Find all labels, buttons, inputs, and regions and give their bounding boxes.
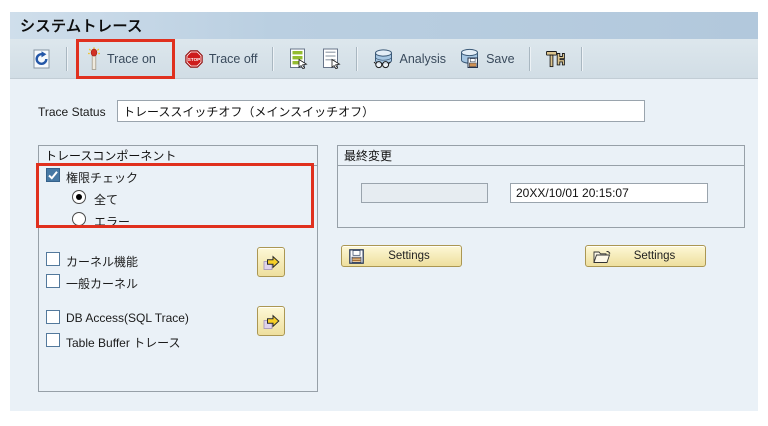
last-changed-title: 最終変更 — [338, 146, 744, 166]
trace-components-title: トレースコンポーネント — [39, 146, 317, 166]
database-analysis-icon — [372, 48, 394, 69]
refresh-button[interactable] — [24, 46, 58, 72]
toolbar-separator — [272, 47, 274, 71]
refresh-icon — [30, 48, 52, 70]
toolbar-separator — [66, 47, 68, 71]
window-title-bar: システムトレース — [10, 12, 758, 39]
tools-icon — [545, 49, 567, 69]
svg-text:STOP: STOP — [188, 56, 200, 61]
radio-error-label[interactable]: エラー — [94, 213, 130, 230]
radio-error[interactable] — [72, 212, 86, 226]
list-empty-icon — [321, 48, 342, 69]
analysis-button[interactable]: Analysis — [366, 46, 453, 71]
save-button[interactable]: Save — [452, 46, 521, 71]
table-buffer-label[interactable]: Table Buffer トレース — [66, 334, 181, 351]
auth-check-checkbox[interactable] — [46, 168, 60, 182]
trace-status-label: Trace Status — [38, 105, 106, 119]
load-settings-label: Settings — [611, 250, 698, 262]
analysis-label: Analysis — [400, 52, 447, 66]
db-access-checkbox[interactable] — [46, 310, 60, 324]
trace-on-label: Trace on — [107, 52, 156, 66]
configuration-button[interactable] — [539, 47, 573, 71]
filter-arrow-icon — [262, 312, 281, 331]
application-toolbar: Trace on STOP Trace off — [10, 39, 758, 79]
highlight-box-trace-on: Trace on — [76, 39, 175, 79]
load-settings-button[interactable]: Settings — [585, 245, 706, 267]
toolbar-separator — [529, 47, 531, 71]
db-access-filter-button[interactable] — [257, 306, 285, 336]
page-title: システムトレース — [20, 15, 143, 36]
save-label: Save — [486, 52, 515, 66]
kernel-functions-label[interactable]: カーネル機能 — [66, 253, 138, 270]
display-empty-list-button[interactable] — [315, 46, 348, 71]
db-access-label[interactable]: DB Access(SQL Trace) — [66, 311, 189, 325]
trace-off-label: Trace off — [209, 52, 258, 66]
toolbar-separator — [356, 47, 358, 71]
list-filled-icon — [288, 48, 309, 69]
display-trace-list-button[interactable] — [282, 46, 315, 71]
database-save-icon — [458, 48, 480, 69]
radio-all-label[interactable]: 全て — [94, 191, 118, 208]
save-settings-label: Settings — [364, 250, 454, 262]
match-icon — [87, 47, 101, 71]
sap-system-trace-window: { "title": "システムトレース", "toolbar": { "tra… — [0, 0, 768, 426]
last-changed-user-field[interactable] — [361, 183, 488, 203]
kernel-filter-button[interactable] — [257, 247, 285, 277]
trace-status-field[interactable]: トレーススイッチオフ（メインスイッチオフ） — [117, 100, 645, 122]
table-buffer-checkbox[interactable] — [46, 333, 60, 347]
trace-on-button[interactable]: Trace on — [87, 47, 156, 71]
checkmark-icon — [47, 169, 59, 181]
folder-open-icon — [593, 249, 611, 264]
stop-icon: STOP — [185, 50, 203, 68]
filter-arrow-icon — [262, 253, 281, 272]
trace-off-button[interactable]: STOP Trace off — [179, 48, 264, 70]
general-kernel-checkbox[interactable] — [46, 274, 60, 288]
kernel-functions-checkbox[interactable] — [46, 252, 60, 266]
save-settings-button[interactable]: Settings — [341, 245, 462, 267]
general-kernel-label[interactable]: 一般カーネル — [66, 275, 138, 292]
last-changed-timestamp-field[interactable]: 20XX/10/01 20:15:07 — [510, 183, 708, 203]
floppy-disk-icon — [349, 249, 364, 264]
auth-check-label[interactable]: 権限チェック — [66, 169, 138, 186]
toolbar-separator — [581, 47, 583, 71]
radio-all[interactable] — [72, 190, 86, 204]
